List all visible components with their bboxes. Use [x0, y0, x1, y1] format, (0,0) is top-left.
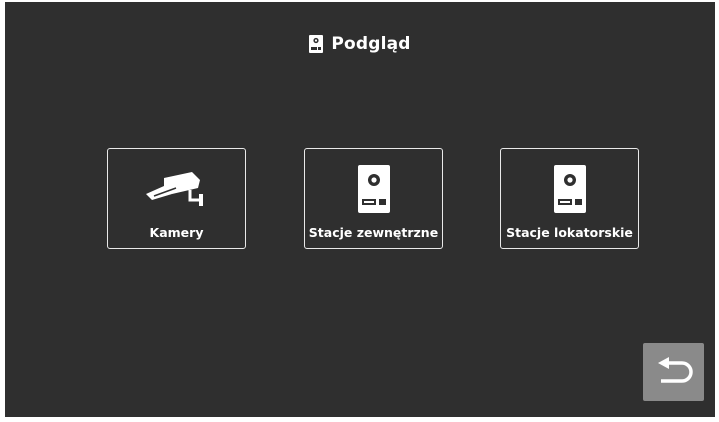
tile-indoor-stations[interactable]: Stacje lokatorskie	[500, 148, 639, 249]
tile-outdoor-stations[interactable]: Stacje zewnętrzne	[304, 148, 443, 249]
tile-indoor-stations-label: Stacje lokatorskie	[506, 225, 633, 240]
tile-cameras-icon-wrap	[108, 165, 245, 213]
return-arrow-icon	[657, 357, 693, 383]
tile-indoor-stations-icon-wrap	[501, 165, 638, 213]
tile-cameras[interactable]: Kamery	[107, 148, 246, 249]
indoor-station-icon	[553, 165, 586, 213]
back-button[interactable]	[643, 343, 704, 401]
outdoor-station-icon	[357, 165, 390, 213]
tile-cameras-label: Kamery	[149, 225, 204, 240]
header: Podgląd	[5, 31, 715, 57]
page-title: Podgląd	[331, 34, 411, 54]
screen: Podgląd Kamery Stacje zewnętrzne Stacje …	[5, 2, 715, 417]
tile-outdoor-stations-icon-wrap	[305, 165, 442, 213]
tile-outdoor-stations-label: Stacje zewnętrzne	[308, 225, 439, 240]
door-station-icon	[309, 35, 324, 53]
cctv-camera-icon	[145, 172, 203, 206]
